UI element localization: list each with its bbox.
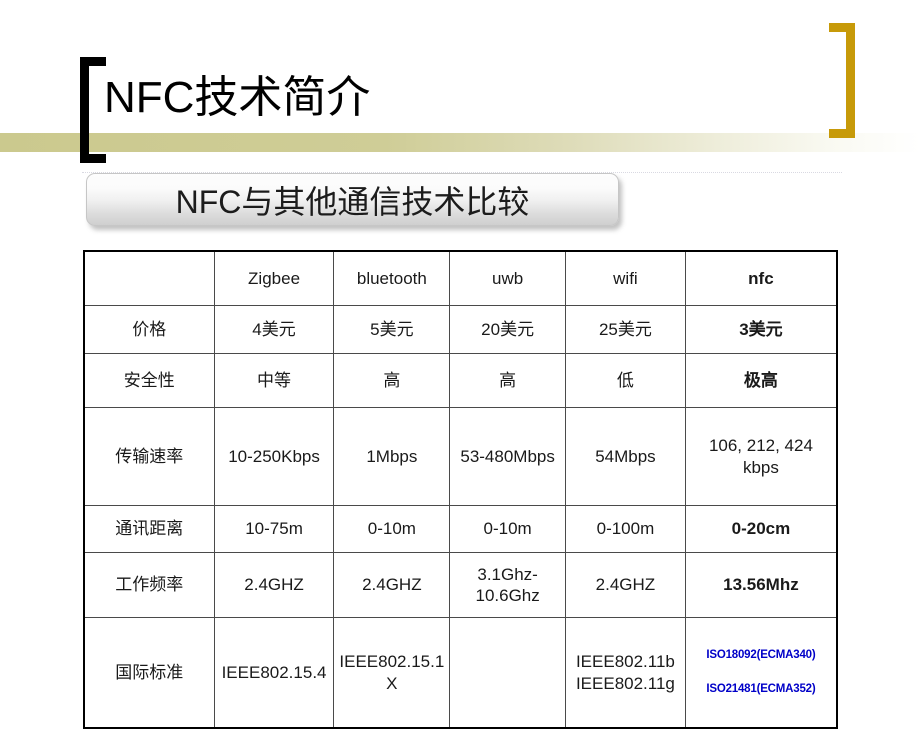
- left-bracket-decoration: [80, 57, 106, 163]
- cell-security-wifi: 低: [565, 353, 686, 408]
- table-row: 通讯距离 10-75m 0-10m 0-10m 0-100m 0-20cm: [83, 505, 838, 553]
- header-cell-uwb: uwb: [449, 250, 566, 306]
- cell-standard-wifi: IEEE802.11b IEEE802.11g: [565, 617, 686, 729]
- cell-frequency-uwb: 3.1Ghz-10.6Ghz: [449, 552, 566, 618]
- cell-standard-uwb: [449, 617, 566, 729]
- row-label-price: 价格: [83, 305, 215, 354]
- comparison-table: Zigbee bluetooth uwb wifi nfc 价格 4美元 5美元…: [83, 250, 838, 729]
- cell-price-uwb: 20美元: [449, 305, 566, 354]
- cell-standard-zigbee: IEEE802.15.4: [213, 617, 335, 729]
- cell-security-nfc: 极高: [684, 353, 838, 408]
- cell-standard-bluetooth: IEEE802.15.1X: [333, 617, 451, 729]
- row-label-security: 安全性: [83, 353, 215, 408]
- cell-rate-wifi: 54Mbps: [565, 407, 686, 506]
- cell-rate-bluetooth: 1Mbps: [333, 407, 451, 506]
- standard-nfc-line-2: ISO21481(ECMA352): [706, 683, 816, 695]
- row-label-standard: 国际标准: [83, 617, 215, 729]
- header-cell-nfc: nfc: [684, 250, 838, 306]
- standard-nfc-line-1: ISO18092(ECMA340): [706, 649, 816, 662]
- table-row: 国际标准 IEEE802.15.4 IEEE802.15.1X IEEE802.…: [83, 617, 838, 729]
- cell-frequency-zigbee: 2.4GHZ: [213, 552, 335, 618]
- cell-standard-nfc: ISO18092(ECMA340) ISO21481(ECMA352): [684, 617, 838, 729]
- table-row: 安全性 中等 高 高 低 极高: [83, 353, 838, 408]
- cell-price-bluetooth: 5美元: [333, 305, 451, 354]
- cell-price-zigbee: 4美元: [213, 305, 335, 354]
- subtitle-label: NFC与其他通信技术比较: [175, 183, 530, 220]
- header-cell-wifi: wifi: [565, 250, 686, 306]
- cell-distance-bluetooth: 0-10m: [333, 505, 451, 553]
- cell-rate-uwb: 53-480Mbps: [449, 407, 566, 506]
- cell-distance-wifi: 0-100m: [565, 505, 686, 553]
- cell-distance-zigbee: 10-75m: [213, 505, 335, 553]
- page-title: NFC技术简介: [104, 73, 371, 122]
- subtitle-banner: NFC与其他通信技术比较: [86, 173, 619, 226]
- cell-price-nfc: 3美元: [684, 305, 838, 354]
- cell-distance-nfc: 0-20cm: [684, 505, 838, 553]
- cell-frequency-wifi: 2.4GHZ: [565, 552, 686, 618]
- table-header-row: Zigbee bluetooth uwb wifi nfc: [83, 250, 838, 306]
- header-cell-bluetooth: bluetooth: [333, 250, 451, 306]
- row-label-distance: 通讯距离: [83, 505, 215, 553]
- cell-distance-uwb: 0-10m: [449, 505, 566, 553]
- olive-accent-band: [0, 133, 920, 152]
- cell-security-zigbee: 中等: [213, 353, 335, 408]
- right-bracket-decoration: [829, 23, 855, 138]
- cell-price-wifi: 25美元: [565, 305, 686, 354]
- cell-security-uwb: 高: [449, 353, 566, 408]
- table-row: 价格 4美元 5美元 20美元 25美元 3美元: [83, 305, 838, 354]
- table-row: 工作频率 2.4GHZ 2.4GHZ 3.1Ghz-10.6Ghz 2.4GHZ…: [83, 552, 838, 618]
- cell-frequency-bluetooth: 2.4GHZ: [333, 552, 451, 618]
- header-cell-corner: [83, 250, 215, 306]
- row-label-frequency: 工作频率: [83, 552, 215, 618]
- row-label-rate: 传输速率: [83, 407, 215, 506]
- cell-security-bluetooth: 高: [333, 353, 451, 408]
- cell-frequency-nfc: 13.56Mhz: [684, 552, 838, 618]
- cell-rate-nfc: 106, 212, 424 kbps: [684, 407, 838, 506]
- table-row: 传输速率 10-250Kbps 1Mbps 53-480Mbps 54Mbps …: [83, 407, 838, 506]
- cell-rate-zigbee: 10-250Kbps: [213, 407, 335, 506]
- header-cell-zigbee: Zigbee: [213, 250, 335, 306]
